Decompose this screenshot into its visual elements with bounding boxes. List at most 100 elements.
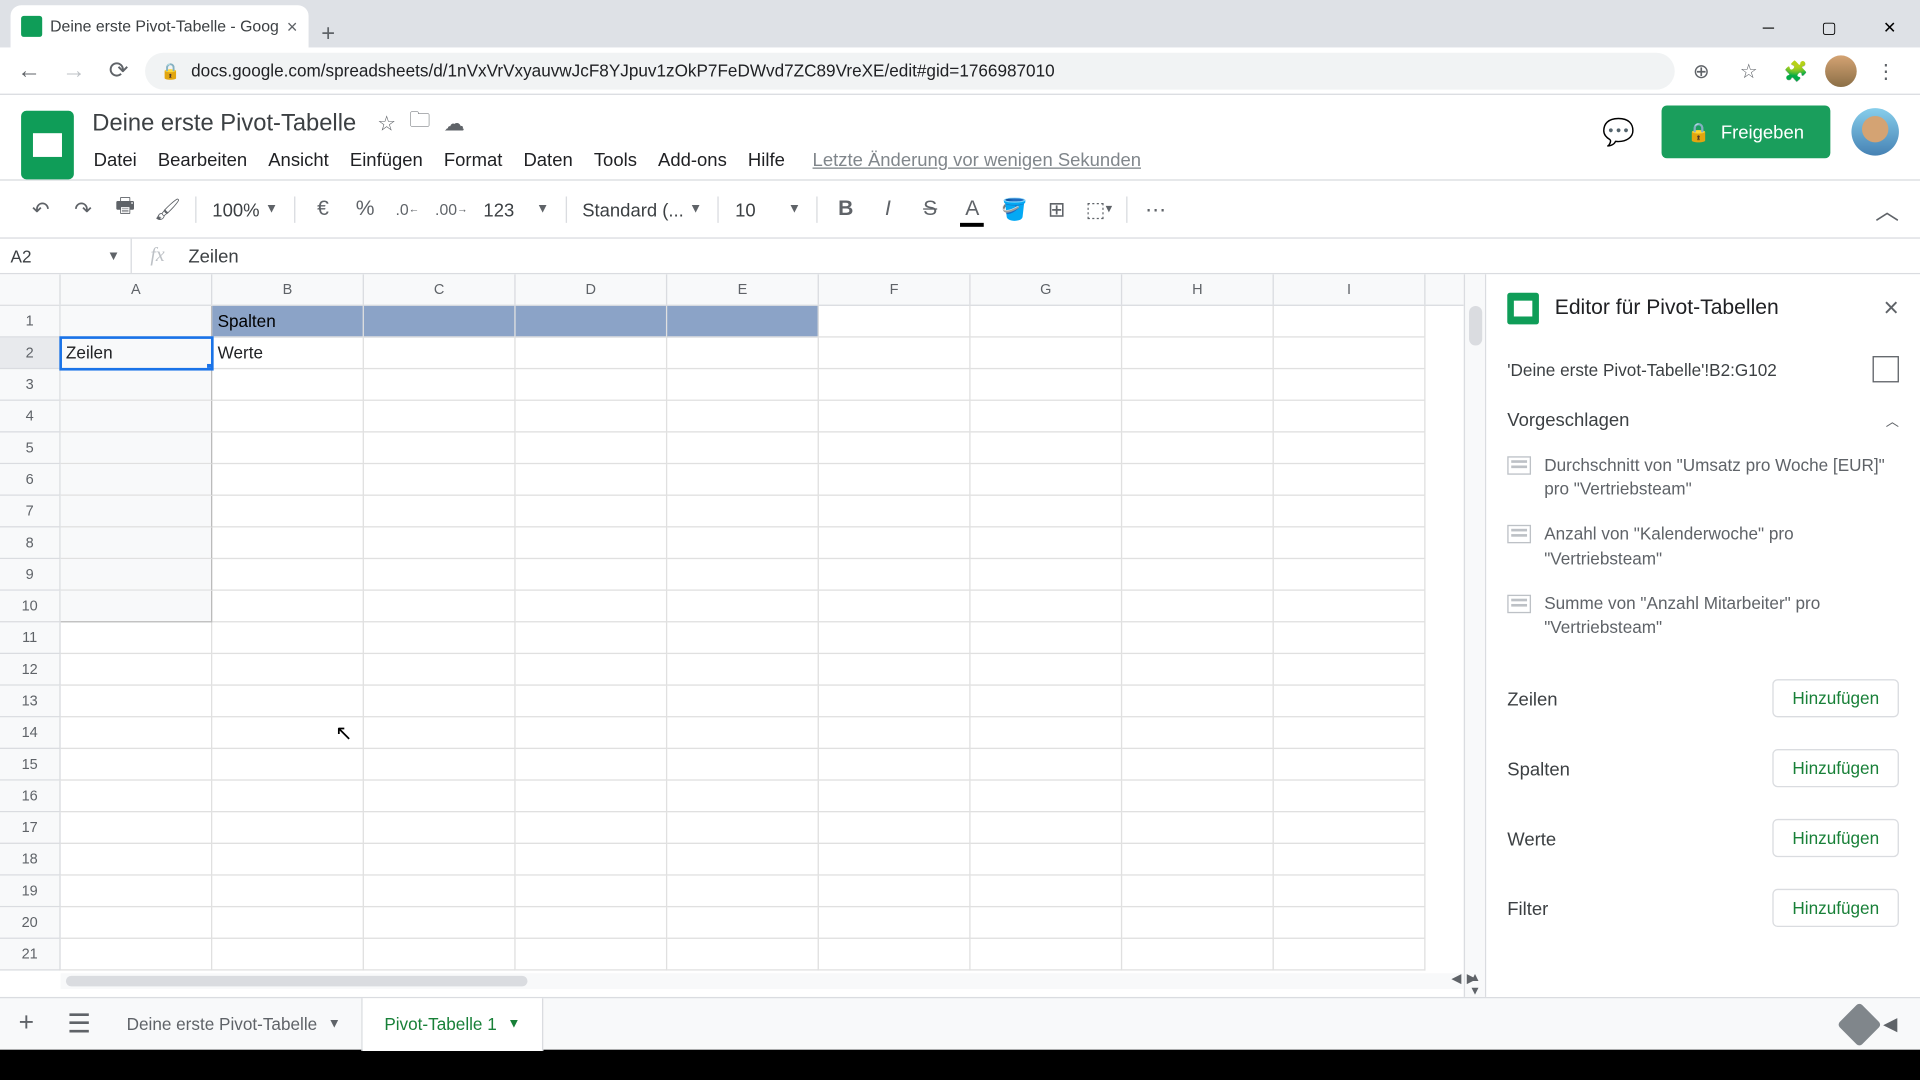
cell-H5[interactable] [1122, 433, 1274, 465]
cell-A12[interactable] [61, 654, 213, 686]
cell-I13[interactable] [1274, 686, 1426, 718]
cell-B15[interactable] [212, 749, 364, 781]
cell-E20[interactable] [667, 907, 819, 939]
cell-F9[interactable] [819, 559, 971, 591]
cell-I7[interactable] [1274, 496, 1426, 528]
italic-button[interactable]: I [868, 189, 908, 229]
cell-C20[interactable] [364, 907, 516, 939]
name-box[interactable]: A2▼ [0, 239, 132, 273]
cell-H6[interactable] [1122, 464, 1274, 496]
add-values-button[interactable]: Hinzufügen [1773, 819, 1899, 857]
col-header-A[interactable]: A [61, 274, 213, 304]
cell-I1[interactable] [1274, 306, 1426, 338]
cell-B16[interactable] [212, 781, 364, 813]
cell-B5[interactable] [212, 433, 364, 465]
row-header[interactable]: 19 [0, 876, 61, 908]
cell-G20[interactable] [971, 907, 1123, 939]
cell-A19[interactable] [61, 876, 213, 908]
cell-F11[interactable] [819, 622, 971, 654]
menu-addons[interactable]: Add-ons [649, 144, 736, 176]
font-size-select[interactable]: 10▼ [727, 198, 809, 219]
back-button[interactable]: ← [11, 52, 48, 89]
cell-H7[interactable] [1122, 496, 1274, 528]
suggested-header[interactable]: Vorgeschlagen ︿ [1507, 409, 1899, 430]
col-header-H[interactable]: H [1122, 274, 1274, 304]
cell-G11[interactable] [971, 622, 1123, 654]
cloud-status-icon[interactable]: ☁ [444, 110, 465, 136]
all-sheets-button[interactable]: ☰ [53, 998, 106, 1051]
undo-button[interactable]: ↶ [21, 189, 61, 229]
cell-A15[interactable] [61, 749, 213, 781]
cell-I19[interactable] [1274, 876, 1426, 908]
col-header-C[interactable]: C [364, 274, 516, 304]
new-tab-button[interactable]: + [308, 20, 348, 48]
cell-E1[interactable] [667, 306, 819, 338]
cell-G8[interactable] [971, 527, 1123, 559]
cell-C15[interactable] [364, 749, 516, 781]
cell-I12[interactable] [1274, 654, 1426, 686]
cell-A7[interactable] [61, 496, 213, 528]
cell-A14[interactable] [61, 717, 213, 749]
cell-D6[interactable] [516, 464, 668, 496]
cell-C9[interactable] [364, 559, 516, 591]
add-filter-button[interactable]: Hinzufügen [1773, 889, 1899, 927]
cell-H8[interactable] [1122, 527, 1274, 559]
document-title[interactable]: Deine erste Pivot-Tabelle [84, 107, 364, 140]
zoom-select[interactable]: 100%▼ [204, 198, 286, 219]
cell-G1[interactable] [971, 306, 1123, 338]
cell-B2[interactable]: Werte [212, 338, 364, 370]
cell-I4[interactable] [1274, 401, 1426, 433]
print-button[interactable]: 🖶 [105, 189, 145, 229]
browser-menu-icon[interactable]: ⋮ [1867, 52, 1904, 89]
maximize-button[interactable]: ▢ [1799, 8, 1860, 48]
cell-C19[interactable] [364, 876, 516, 908]
cell-F14[interactable] [819, 717, 971, 749]
cell-A2[interactable]: Zeilen [61, 338, 213, 370]
cell-H16[interactable] [1122, 781, 1274, 813]
cell-D11[interactable] [516, 622, 668, 654]
cell-E3[interactable] [667, 369, 819, 401]
percent-button[interactable]: % [345, 189, 385, 229]
cell-C16[interactable] [364, 781, 516, 813]
spreadsheet-grid[interactable]: A B C D E F G H I 1Spalten2ZeilenWerte34… [0, 274, 1464, 997]
cell-G10[interactable] [971, 591, 1123, 623]
cell-I20[interactable] [1274, 907, 1426, 939]
strikethrough-button[interactable]: S [910, 189, 950, 229]
cell-H2[interactable] [1122, 338, 1274, 370]
reload-button[interactable]: ⟳ [100, 52, 137, 89]
suggestion-item[interactable]: Durchschnitt von "Umsatz pro Woche [EUR]… [1507, 443, 1899, 512]
cell-D7[interactable] [516, 496, 668, 528]
borders-button[interactable]: ⊞ [1037, 189, 1077, 229]
redo-button[interactable]: ↷ [63, 189, 103, 229]
cell-E13[interactable] [667, 686, 819, 718]
extensions-icon[interactable]: 🧩 [1778, 52, 1815, 89]
cell-C12[interactable] [364, 654, 516, 686]
cell-D17[interactable] [516, 812, 668, 844]
star-icon[interactable]: ☆ [377, 110, 396, 136]
cell-H1[interactable] [1122, 306, 1274, 338]
row-header[interactable]: 21 [0, 939, 61, 971]
address-bar[interactable]: 🔒 docs.google.com/spreadsheets/d/1nVxVrV… [145, 52, 1675, 89]
cell-B9[interactable] [212, 559, 364, 591]
cell-G13[interactable] [971, 686, 1123, 718]
cell-E2[interactable] [667, 338, 819, 370]
move-icon[interactable]: 🗀 [409, 105, 430, 141]
account-avatar[interactable] [1851, 108, 1898, 155]
cell-C7[interactable] [364, 496, 516, 528]
cell-E8[interactable] [667, 527, 819, 559]
cell-H18[interactable] [1122, 844, 1274, 876]
cell-C11[interactable] [364, 622, 516, 654]
select-all-corner[interactable] [0, 274, 61, 304]
cell-A20[interactable] [61, 907, 213, 939]
menu-data[interactable]: Daten [514, 144, 582, 176]
cell-D9[interactable] [516, 559, 668, 591]
decrease-decimal-button[interactable]: .0← [388, 189, 428, 229]
browser-profile-avatar[interactable] [1825, 55, 1857, 87]
suggestion-item[interactable]: Anzahl von "Kalenderwoche" pro "Vertrieb… [1507, 512, 1899, 581]
cell-H4[interactable] [1122, 401, 1274, 433]
sheets-logo-icon[interactable] [21, 111, 74, 180]
cell-F20[interactable] [819, 907, 971, 939]
currency-button[interactable]: € [303, 189, 343, 229]
close-window-button[interactable]: ✕ [1859, 8, 1920, 48]
cell-I5[interactable] [1274, 433, 1426, 465]
